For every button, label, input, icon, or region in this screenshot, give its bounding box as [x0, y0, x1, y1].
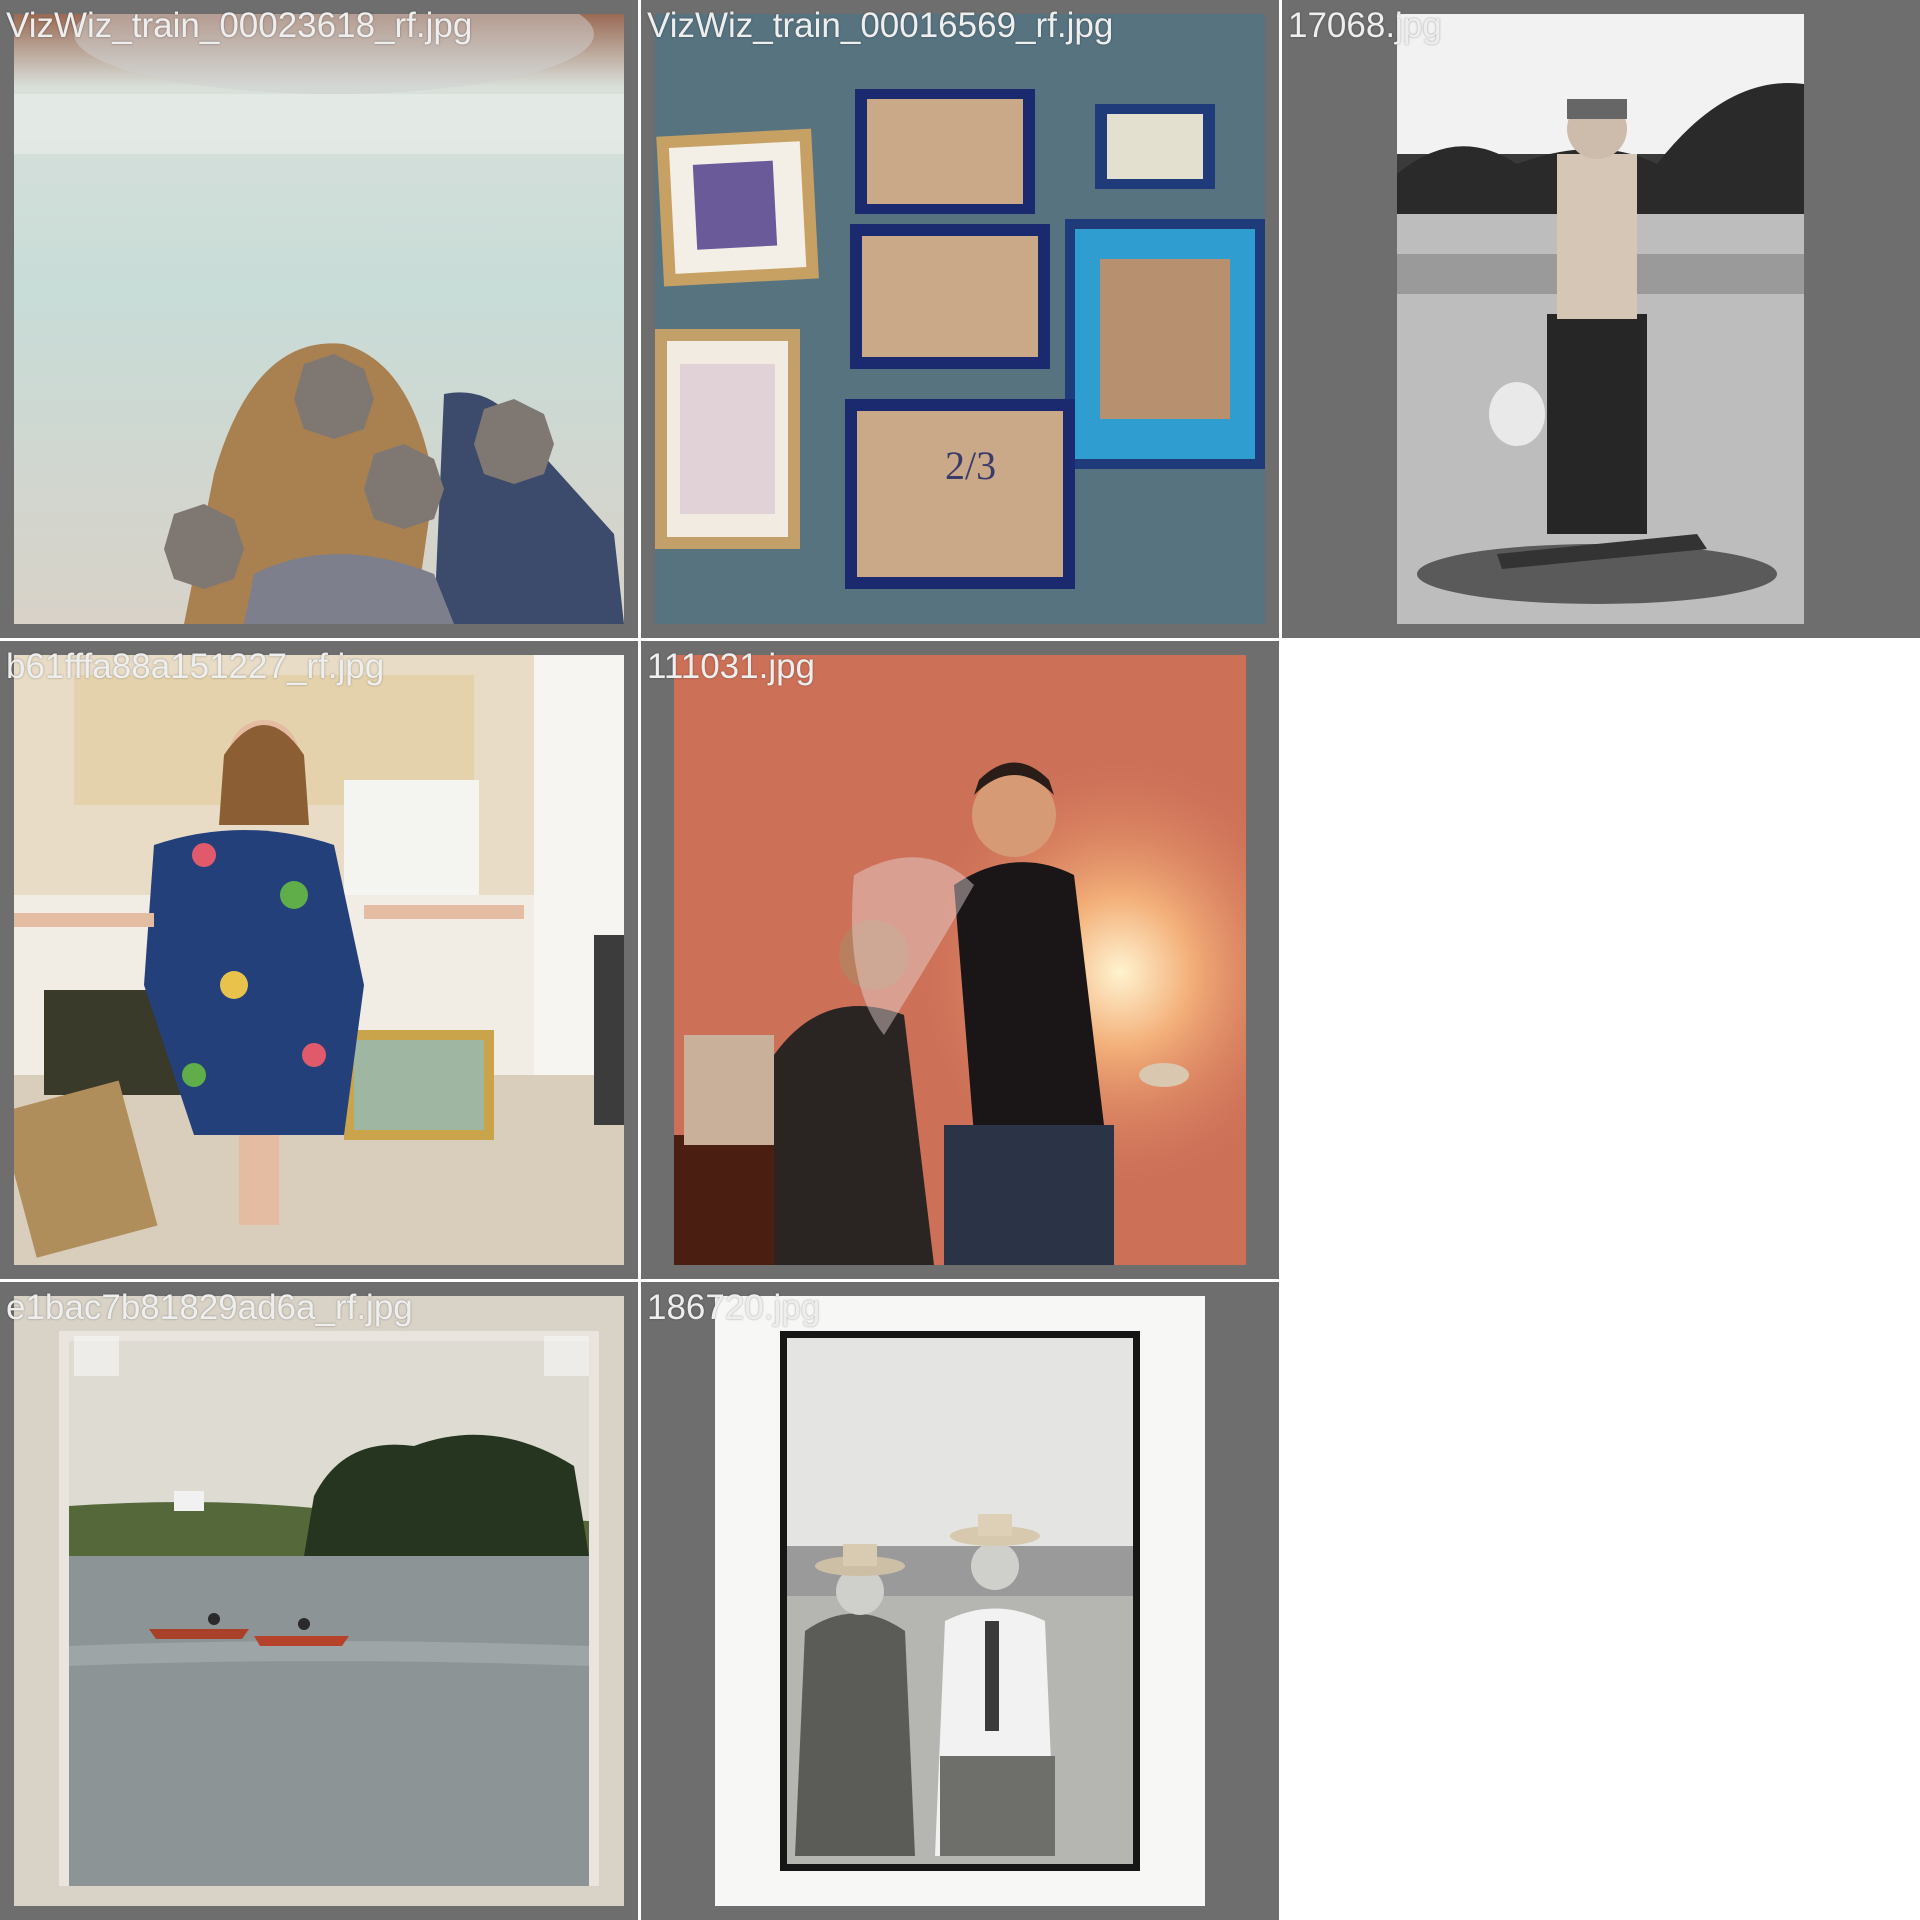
grid-tile[interactable]: e1bac7b81829ad6a_rf.jpg: [0, 1282, 638, 1920]
grid-tile[interactable]: 2/3 VizWiz_train_00016569_rf.jpg: [641, 0, 1279, 638]
tile-filename: VizWiz_train_00016569_rf.jpg: [647, 6, 1114, 45]
grid-tile[interactable]: 111031.jpg: [641, 641, 1279, 1279]
tile-filename: VizWiz_train_00023618_rf.jpg: [6, 6, 473, 45]
image-grid: VizWiz_train_00023618_rf.jpg 2/3 VizWiz_…: [0, 0, 1920, 1920]
tile-filename: e1bac7b81829ad6a_rf.jpg: [6, 1288, 413, 1327]
tile-filename: b61fffa88a151227_rf.jpg: [6, 647, 385, 686]
tile-filename: 111031.jpg: [647, 647, 816, 686]
grid-tile[interactable]: 17068.jpg: [1282, 0, 1920, 638]
grid-tile[interactable]: VizWiz_train_00023618_rf.jpg: [0, 0, 638, 638]
lake-canoes-photo-icon: [14, 1296, 624, 1906]
grid-tile[interactable]: b61fffa88a151227_rf.jpg: [0, 641, 638, 1279]
blurry-family-photo-icon: [14, 14, 624, 624]
picture-frames-icon: 2/3: [655, 14, 1265, 624]
tile-filename: 186720.jpg: [647, 1288, 821, 1327]
grid-tile[interactable]: 186720.jpg: [641, 1282, 1279, 1920]
skateboarder-photo-icon: [1397, 14, 1804, 624]
two-men-vintage-photo-icon: [715, 1296, 1205, 1906]
party-photo-icon: [674, 655, 1246, 1265]
svg-text:2/3: 2/3: [945, 443, 996, 488]
tile-filename: 17068.jpg: [1288, 6, 1442, 45]
woman-in-kitchen-photo-icon: [14, 655, 624, 1265]
